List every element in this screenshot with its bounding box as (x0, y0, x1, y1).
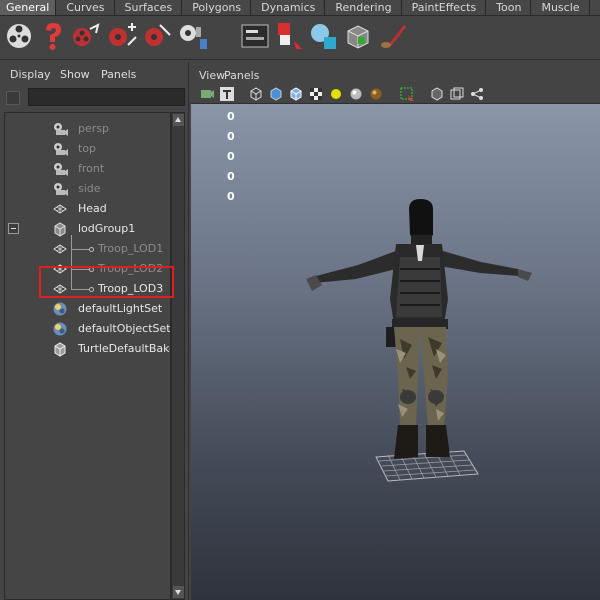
outliner-item-label: front (78, 162, 105, 175)
lod-group-icon (52, 221, 68, 237)
outliner-scrollbar[interactable] (171, 112, 185, 600)
help-icon[interactable] (36, 19, 70, 53)
outliner-panel: Display Show Panels persp top front side Hea… (0, 62, 189, 600)
collapse-toggle-icon[interactable] (8, 223, 19, 234)
viewport-menubar: View Panels (191, 66, 600, 84)
shelf-tab[interactable]: Dynamics (251, 0, 326, 15)
camera-reel-icon[interactable] (2, 19, 36, 53)
tree-node-dot (89, 247, 94, 252)
outliner-item-label: Troop_LOD1 (98, 242, 164, 255)
outliner-item-head[interactable]: Head (5, 199, 170, 219)
outliner-list: persp top front side Head lodGroup1 Troop_LOD1… (4, 112, 171, 600)
hud-value: 0 (227, 150, 235, 163)
camera-icon (52, 121, 68, 137)
scroll-up-icon[interactable] (173, 114, 184, 126)
tree-branch-line (71, 249, 91, 250)
viewport-panel: View Panels 0 0 0 0 0 (191, 66, 600, 600)
object-mode-icon[interactable] (340, 19, 374, 53)
shelf-tab[interactable]: Muscle (531, 0, 590, 15)
outliner-menu-panels[interactable]: Panels (101, 68, 136, 81)
outliner-item-label: TurtleDefaultBakeLayer (78, 342, 170, 355)
soldier-character-model[interactable] (296, 199, 546, 489)
isolate-select-icon[interactable] (399, 86, 415, 102)
outliner-item-front[interactable]: front (5, 159, 170, 179)
viewport-canvas[interactable]: 0 0 0 0 0 (191, 104, 600, 600)
selection-highlight-box (39, 266, 174, 298)
motion-trail-icon[interactable] (68, 19, 102, 53)
outliner-item-side[interactable]: side (5, 179, 170, 199)
default-lighting-icon[interactable] (328, 86, 344, 102)
texture-icon[interactable] (219, 86, 235, 102)
hypergraph-icon[interactable] (238, 19, 272, 53)
outliner-item-persp[interactable]: persp (5, 119, 170, 139)
xray-icon[interactable] (429, 86, 445, 102)
hud-value: 0 (227, 170, 235, 183)
set-icon (52, 301, 68, 317)
shelf-tab-bar: General Curves Surfaces Polygons Dynamics Ren… (0, 0, 600, 16)
wireframe-on-shaded-icon[interactable] (288, 86, 304, 102)
shelf-tab[interactable]: Toon (486, 0, 532, 15)
smooth-shade-icon[interactable] (268, 86, 284, 102)
shelf-toolbar (0, 16, 600, 60)
hud-value: 0 (227, 110, 235, 123)
shelf-tab[interactable]: Rendering (325, 0, 402, 15)
set-icon (52, 321, 68, 337)
shelf-tab[interactable]: General (0, 0, 57, 15)
outliner-item-lodgroup1[interactable]: lodGroup1 (5, 219, 170, 239)
light-icon[interactable] (272, 19, 306, 53)
shelf-tab[interactable]: PaintEffects (401, 0, 487, 15)
all-lights-icon[interactable] (348, 86, 364, 102)
hud-value: 0 (227, 190, 235, 203)
outliner-item-turtledefaultbakelayer[interactable]: TurtleDefaultBakeLayer (5, 339, 170, 359)
camera-icon (52, 181, 68, 197)
wireframe-icon[interactable] (248, 86, 264, 102)
outliner-item-label: side (78, 182, 101, 195)
outliner-item-troop-lod1[interactable]: Troop_LOD1 (5, 239, 170, 259)
component-mode-icon[interactable] (306, 19, 340, 53)
camera-icon (52, 161, 68, 177)
outliner-menu-display[interactable]: Display (10, 68, 51, 81)
shelf-tab[interactable]: Curves (56, 0, 115, 15)
camera-select-icon[interactable] (199, 86, 215, 102)
shelf-tab[interactable]: Fluids (589, 0, 600, 15)
outliner-item-top[interactable]: top (5, 139, 170, 159)
outliner-item-defaultobjectset[interactable]: defaultObjectSet (5, 319, 171, 339)
outliner-item-defaultlightset[interactable]: defaultLightSet (5, 299, 170, 319)
mesh-icon (52, 201, 68, 217)
shelf-tab[interactable]: Surfaces (114, 0, 183, 15)
bake-layer-icon (52, 341, 68, 357)
outliner-menubar: Display Show Panels (0, 62, 189, 86)
paint-tool-icon[interactable] (176, 19, 210, 53)
outliner-item-label: Head (78, 202, 107, 215)
shelf-tab[interactable]: Polygons (182, 0, 252, 15)
texture-checker-icon[interactable] (308, 86, 324, 102)
xray-joints-icon[interactable] (449, 86, 465, 102)
outliner-item-label: defaultLightSet (78, 302, 163, 315)
joints-icon[interactable] (469, 86, 485, 102)
ik-handle-icon[interactable] (140, 19, 174, 53)
viewport-menu-panels[interactable]: Panels (224, 69, 259, 82)
shadows-icon[interactable] (368, 86, 384, 102)
scroll-down-icon[interactable] (173, 586, 184, 598)
outliner-filter-input[interactable] (28, 88, 185, 106)
outliner-item-label: lodGroup1 (78, 222, 136, 235)
outliner-menu-show[interactable]: Show (60, 68, 90, 81)
filter-toggle-button[interactable] (6, 91, 20, 105)
viewport-menu-view[interactable]: View (199, 69, 225, 82)
outliner-item-label: persp (78, 122, 109, 135)
camera-icon (52, 141, 68, 157)
viewport-toolbar (191, 84, 600, 104)
outliner-item-label: defaultObjectSet (78, 322, 171, 335)
hud-value: 0 (227, 130, 235, 143)
outliner-item-label: top (78, 142, 97, 155)
transform-cross-icon[interactable] (104, 19, 138, 53)
paint-brush-icon[interactable] (376, 19, 410, 53)
mesh-icon (52, 241, 68, 257)
outliner-filter-row (0, 86, 189, 110)
